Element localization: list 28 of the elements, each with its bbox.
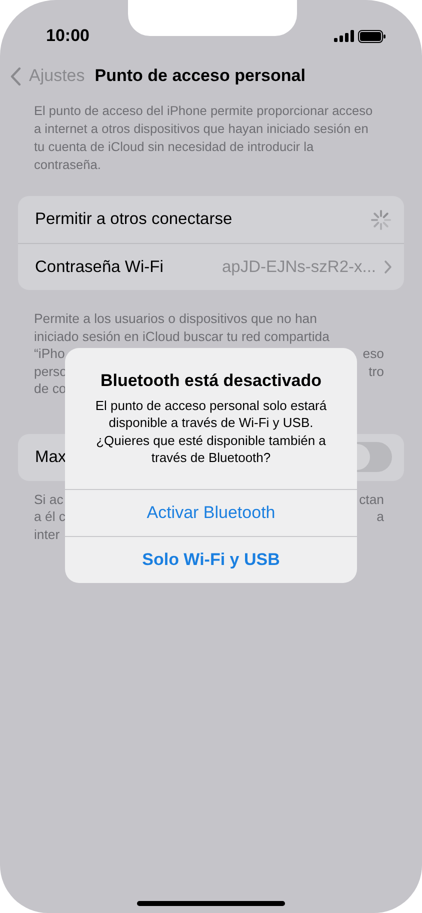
chevron-right-icon <box>384 260 392 274</box>
row-label: Contraseña Wi-Fi <box>35 256 164 278</box>
spinner-icon <box>370 208 392 230</box>
footer-text: a él c <box>34 508 66 526</box>
page-title: Punto de acceso personal <box>94 65 306 88</box>
row-label: Max <box>35 446 66 468</box>
footer-text: inter <box>34 526 60 543</box>
chevron-left-icon <box>10 66 21 86</box>
footer-text: Permite a los usuarios o dispositivos que no han <box>34 310 317 328</box>
footer-text: “iPho <box>34 345 65 362</box>
alert-button[interactable]: Solo Wi-Fi y USB <box>65 536 357 582</box>
alert-message: El punto de acceso personal solo estará disponible a través de Wi-Fi y USB. ¿Quieres que esté disponible también a través de Bluetooth? <box>94 396 328 467</box>
footer-text: Si ac <box>34 490 64 508</box>
footer-text: iniciado sesión en iCloud buscar tu red compartida <box>34 328 330 345</box>
signal-icon <box>334 30 354 42</box>
footer-text: a <box>376 508 384 526</box>
footer-text: eso <box>362 345 384 362</box>
row-label: Permitir a otros conectarse <box>35 209 232 230</box>
battery-icon <box>358 30 386 42</box>
row-value: apJD-EJNs-szR2-x... <box>222 256 376 278</box>
back-button[interactable]: Ajustes <box>10 63 85 89</box>
status-time: 10:00 <box>46 25 90 48</box>
settings-row[interactable]: Contraseña Wi-Fi apJD-EJNs-szR2-x... <box>18 243 404 290</box>
description-text: El punto de acceso del iPhone permite proporcionar acceso a internet a otros dispositivos que hayan iniciado sesión en tu cuenta de iCloud sin necesidad de introducir la contraseña. <box>33 102 374 174</box>
footer-text: ctan <box>359 490 384 508</box>
footer-text: tro <box>368 362 384 380</box>
alert-title: Bluetooth está desactivado <box>99 370 323 392</box>
alert-button[interactable]: Activar Bluetooth <box>65 488 357 536</box>
